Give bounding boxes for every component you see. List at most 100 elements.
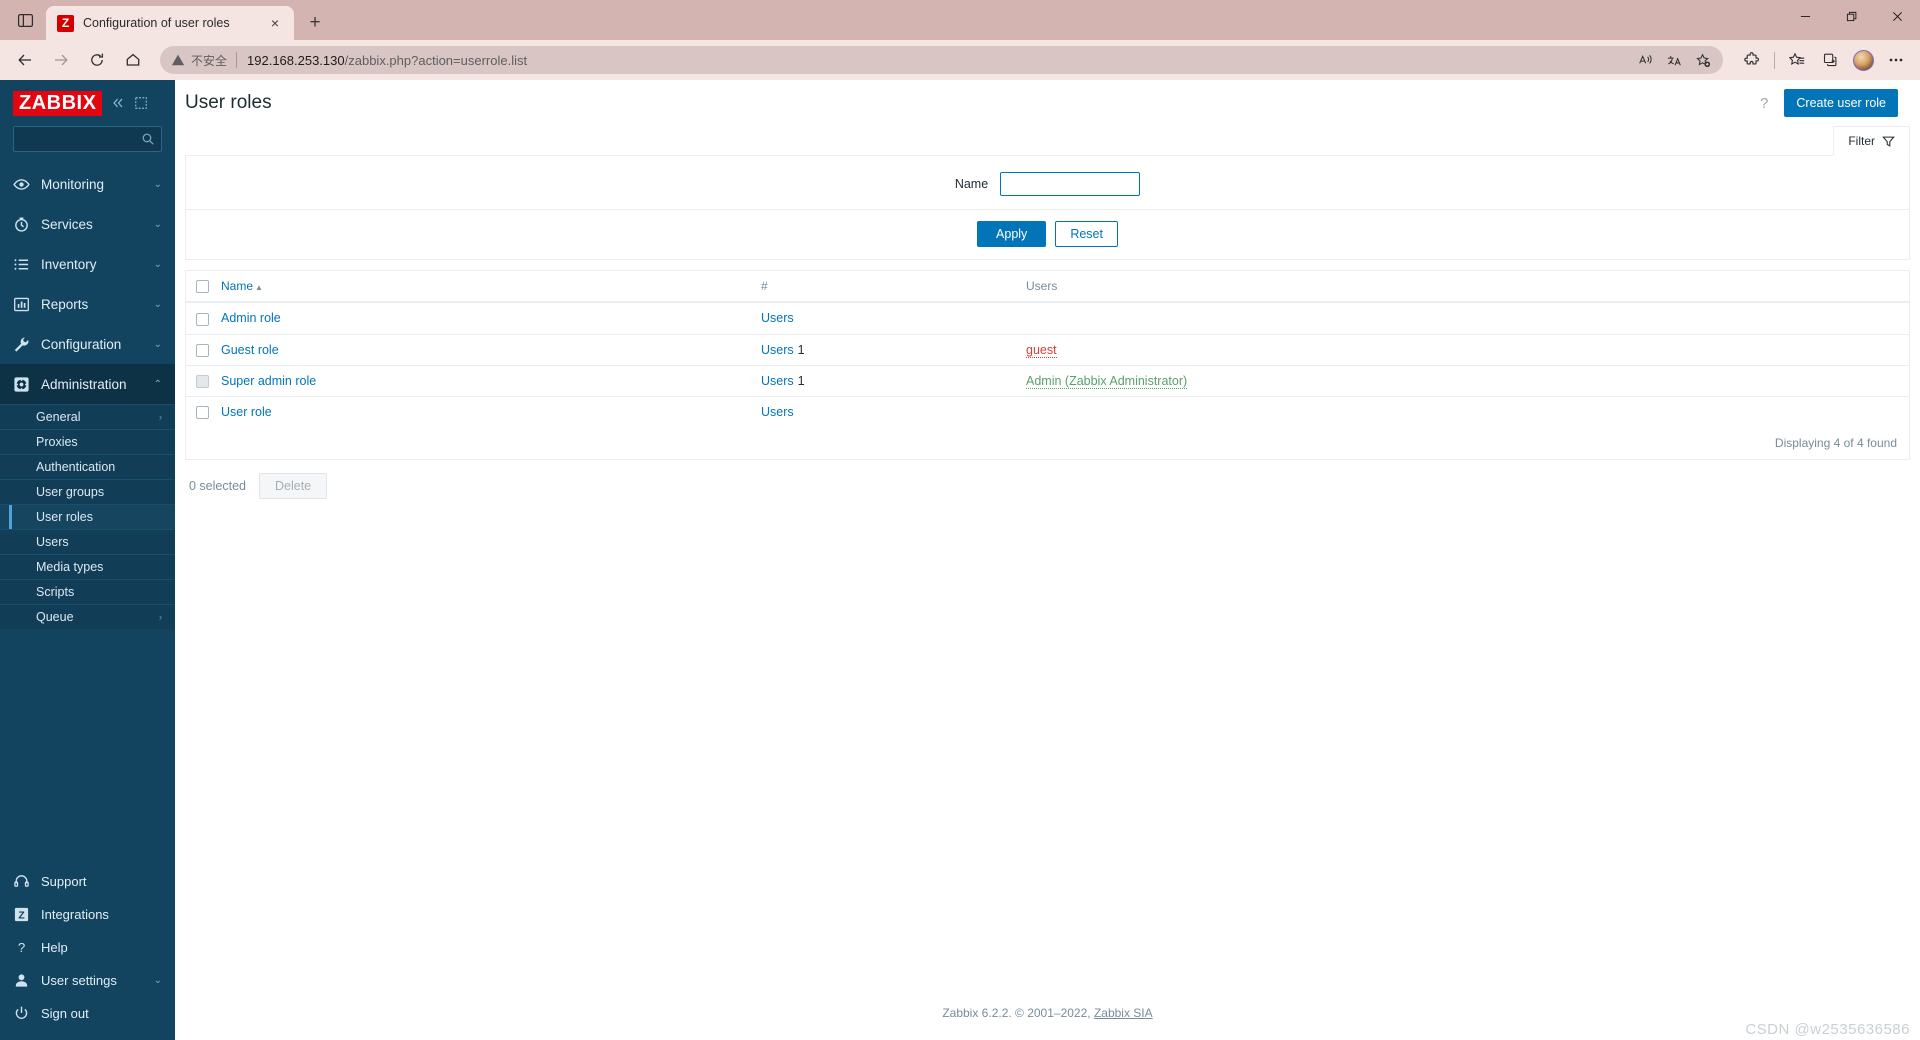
person-icon: [13, 972, 30, 989]
sidebar-item-label: Inventory: [41, 256, 97, 272]
sidebar-item-media-types[interactable]: Media types: [0, 554, 175, 579]
new-tab-button[interactable]: +: [300, 7, 330, 37]
filter-name-input[interactable]: [1000, 172, 1141, 196]
sidebar-item-users[interactable]: Users: [0, 529, 175, 554]
role-name-cell: Admin role: [215, 302, 755, 335]
role-name-link[interactable]: Super admin role: [221, 374, 316, 388]
role-name-link[interactable]: Guest role: [221, 343, 279, 357]
sidebar-item-support[interactable]: Support: [0, 865, 175, 898]
extensions-puzzle-icon[interactable]: [1736, 45, 1768, 75]
sidebar-item-label: Help: [41, 940, 68, 955]
zabbix-sidebar: ZABBIX Monitoring ⌄ Services ⌄ Inventory…: [0, 80, 175, 1040]
role-users-link[interactable]: Users: [761, 374, 794, 388]
headset-icon: [13, 873, 30, 890]
minimize-icon[interactable]: [1782, 0, 1828, 33]
sidebar-item-sign-out[interactable]: Sign out: [0, 997, 175, 1030]
read-aloud-icon[interactable]: [1631, 48, 1659, 72]
reset-button[interactable]: Reset: [1055, 221, 1118, 247]
sidebar-item-administration[interactable]: Administration ⌃: [0, 364, 175, 404]
zabbix-sia-link[interactable]: Zabbix SIA: [1094, 1006, 1153, 1020]
close-icon[interactable]: ×: [264, 12, 286, 34]
assigned-users-cell: [1020, 302, 1909, 335]
row-checkbox[interactable]: [196, 312, 209, 326]
sidebar-item-authentication[interactable]: Authentication: [0, 454, 175, 479]
role-name-link[interactable]: User role: [221, 405, 272, 419]
tab-list-icon[interactable]: [6, 3, 44, 37]
sidebar-item-monitoring[interactable]: Monitoring ⌄: [0, 164, 175, 204]
close-window-icon[interactable]: [1874, 0, 1920, 33]
row-select-cell: [186, 396, 215, 427]
sidebar-item-user-roles[interactable]: User roles: [0, 504, 175, 529]
role-users-link[interactable]: Users: [761, 343, 794, 357]
omnibox-divider: [236, 52, 238, 68]
role-name-link[interactable]: Admin role: [221, 311, 281, 325]
sidebar-item-reports[interactable]: Reports ⌄: [0, 284, 175, 324]
sort-by-name-link[interactable]: Name: [221, 279, 253, 293]
home-icon[interactable]: [116, 45, 150, 75]
add-favorite-icon[interactable]: [1689, 48, 1717, 72]
row-checkbox[interactable]: [196, 406, 209, 420]
search-icon: [142, 133, 154, 145]
browser-tabstrip: Z Configuration of user roles × +: [0, 0, 1920, 40]
browser-window: Z Configuration of user roles × + 不安全 19…: [0, 0, 1920, 1040]
sidebar-item-services[interactable]: Services ⌄: [0, 204, 175, 244]
role-users-count-cell: Users: [755, 302, 1020, 335]
displaying-count: Displaying 4 of 4 found: [186, 427, 1909, 460]
apply-button[interactable]: Apply: [977, 221, 1047, 247]
zabbix-logo[interactable]: ZABBIX: [13, 90, 103, 116]
sort-ascending-icon: ▲: [255, 283, 263, 293]
chevron-right-icon: ›: [159, 612, 162, 622]
forward-arrow-icon: [44, 45, 78, 75]
sidebar-item-label: Reports: [41, 296, 89, 312]
search-box[interactable]: [13, 126, 162, 152]
collapse-sidebar-icon[interactable]: [111, 96, 125, 110]
sidebar-item-inventory[interactable]: Inventory ⌄: [0, 244, 175, 284]
chevron-down-icon: ⌄: [153, 178, 162, 190]
security-label: 不安全: [191, 53, 228, 68]
url-text: 192.168.253.130/zabbix.php?action=userro…: [247, 53, 1631, 68]
tab-filter[interactable]: Filter: [1833, 126, 1910, 156]
translate-icon[interactable]: [1660, 48, 1688, 72]
browser-navbar: 不安全 192.168.253.130/zabbix.php?action=us…: [0, 40, 1920, 80]
assigned-user-link[interactable]: guest: [1026, 342, 1057, 358]
search-input[interactable]: [20, 132, 141, 146]
address-bar[interactable]: 不安全 192.168.253.130/zabbix.php?action=us…: [160, 46, 1723, 74]
sidebar-item-user-groups[interactable]: User groups: [0, 479, 175, 504]
role-users-count: 1: [797, 342, 805, 357]
page-header: User roles ? Create user role: [175, 80, 1920, 126]
sidebar-item-configuration[interactable]: Configuration ⌄: [0, 324, 175, 364]
restore-icon[interactable]: [1828, 0, 1874, 33]
assigned-users-cell: Admin (Zabbix Administrator): [1020, 365, 1909, 397]
sidebar-item-user-settings[interactable]: User settings ⌄: [0, 964, 175, 997]
row-checkbox[interactable]: [196, 343, 209, 357]
help-icon[interactable]: ?: [1760, 95, 1768, 112]
sidebar-bottom-nav: Support Z Integrations ? Help User setti…: [0, 865, 175, 1040]
refresh-icon[interactable]: [80, 45, 114, 75]
content-wrapper: Filter Name Apply Reset Name ▲ # Users A…: [175, 126, 1920, 1040]
role-users-link[interactable]: Users: [761, 405, 794, 419]
favorites-star-icon[interactable]: [1781, 45, 1813, 75]
hide-sidebar-icon[interactable]: [134, 96, 148, 110]
sidebar-item-label: Integrations: [41, 907, 109, 922]
sidebar-item-scripts[interactable]: Scripts: [0, 579, 175, 604]
chevron-down-icon: ⌄: [153, 338, 162, 350]
assigned-user-link[interactable]: Admin (Zabbix Administrator): [1026, 373, 1188, 389]
sidebar-item-integrations[interactable]: Z Integrations: [0, 898, 175, 931]
avatar: [1852, 49, 1874, 71]
role-users-link[interactable]: Users: [761, 311, 794, 325]
settings-ellipsis-icon[interactable]: [1880, 45, 1912, 75]
back-arrow-icon[interactable]: [8, 45, 42, 75]
create-user-role-button[interactable]: Create user role: [1784, 89, 1898, 117]
table-body: Admin role Users Guest role Users 1 gues…: [186, 302, 1909, 427]
sidebar-item-proxies[interactable]: Proxies: [0, 429, 175, 454]
assigned-users-cell: [1020, 396, 1909, 427]
security-warning[interactable]: 不安全: [171, 52, 236, 69]
sidebar-item-queue[interactable]: Queue ›: [0, 604, 175, 629]
select-all-checkbox[interactable]: [196, 280, 209, 294]
profile-avatar-icon[interactable]: [1847, 45, 1879, 75]
sidebar-item-general[interactable]: General ›: [0, 404, 175, 429]
collections-icon[interactable]: [1814, 45, 1846, 75]
browser-tab[interactable]: Z Configuration of user roles ×: [46, 6, 294, 40]
sidebar-item-help[interactable]: ? Help: [0, 931, 175, 964]
main-content: User roles ? Create user role Filter Nam…: [175, 80, 1920, 1040]
